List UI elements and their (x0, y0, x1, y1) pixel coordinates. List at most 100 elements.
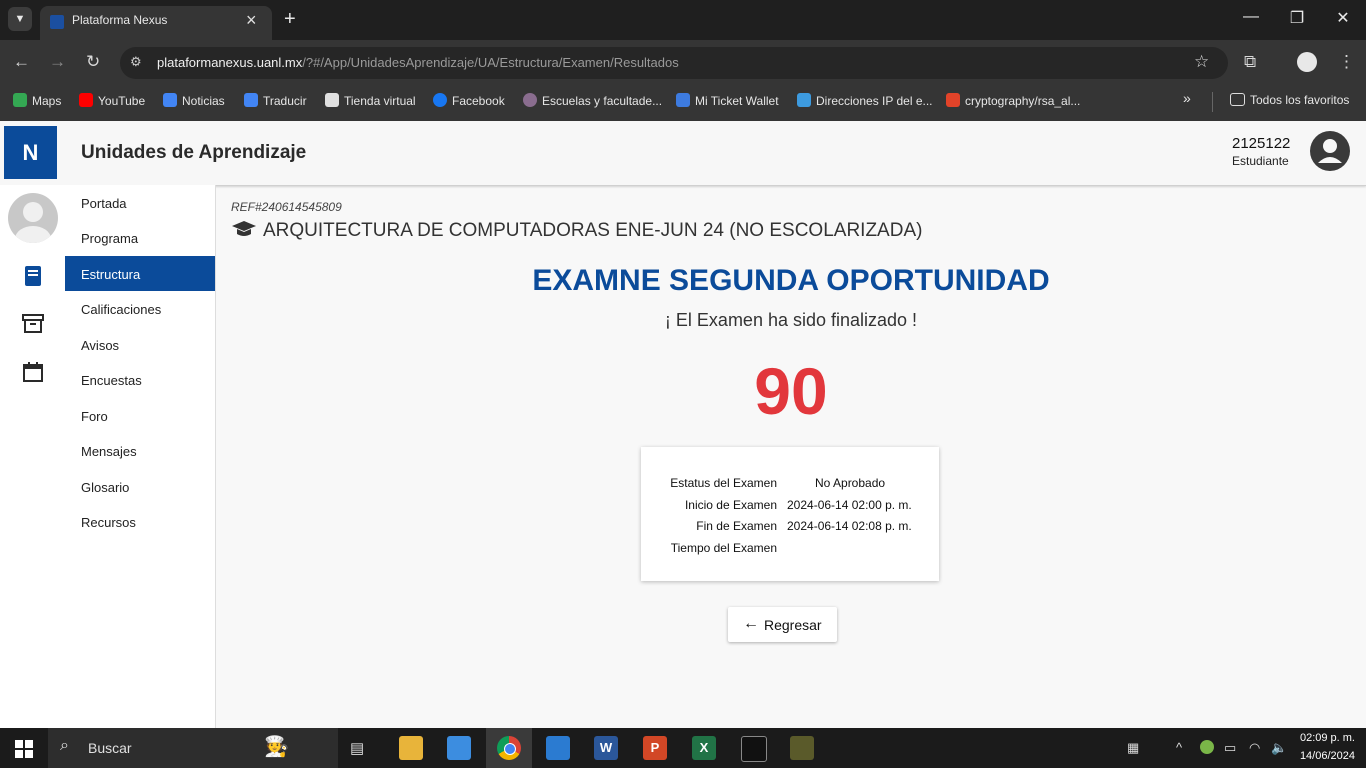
facebook-icon (433, 93, 447, 107)
bookmark-label: Direcciones IP del e... (816, 94, 933, 108)
chevron-up-icon[interactable]: ^ (1176, 740, 1182, 755)
user-avatar-icon[interactable] (1310, 131, 1350, 171)
folder-icon (1230, 93, 1245, 106)
new-tab-button[interactable]: + (284, 8, 296, 31)
bookmark-youtube[interactable]: YouTube (79, 93, 145, 108)
archive-icon[interactable] (22, 313, 44, 335)
reload-icon[interactable]: ↻ (86, 52, 100, 72)
news-widget-icon[interactable]: ▦ (1127, 740, 1139, 756)
taskbar-search[interactable]: ⌕ Buscar 🧑‍🍳 (48, 728, 338, 768)
sidebar-item-recursos[interactable]: Recursos (65, 504, 215, 539)
url-path: /?#/App/UnidadesAprendizaje/UA/Estructur… (302, 55, 679, 70)
back-button-label: Regresar (764, 617, 822, 633)
nexus-logo[interactable]: N (4, 126, 57, 179)
bookmark-star-icon[interactable]: ☆ (1194, 52, 1209, 72)
restore-icon[interactable]: ❐ (1274, 8, 1320, 28)
bookmark-facebook[interactable]: Facebook (433, 93, 505, 108)
profile-picture[interactable] (8, 193, 58, 243)
security-tray-icon[interactable] (1200, 740, 1214, 754)
bookmark-label: Maps (32, 94, 62, 108)
windows-start-icon[interactable] (15, 740, 33, 763)
bookmark-gitlab[interactable]: cryptography/rsa_al... (946, 93, 1080, 108)
forward-arrow-icon[interactable]: → (49, 52, 66, 72)
terminal-icon[interactable] (741, 736, 767, 762)
sidebar-item-foro[interactable]: Foro (65, 398, 215, 433)
sidebar-item-estructura[interactable]: Estructura (65, 256, 215, 291)
address-bar[interactable]: ⚙ plataformanexus.uanl.mx/?#/App/Unidade… (120, 47, 1228, 79)
chrome-icon-center (504, 743, 516, 755)
calendar-icon[interactable] (22, 361, 44, 383)
sidebar-item-avisos[interactable]: Avisos (65, 327, 215, 362)
extensions-icon[interactable]: ⧉ (1244, 52, 1256, 72)
sidebar-item-encuestas[interactable]: Encuestas (65, 362, 215, 397)
bookmark-ticket[interactable]: Mi Ticket Wallet (676, 93, 779, 108)
file-explorer-icon[interactable] (399, 736, 423, 760)
sidebar-item-portada[interactable]: Portada (65, 185, 215, 220)
icon-rail (0, 185, 66, 728)
bookmark-label: Mi Ticket Wallet (695, 94, 779, 108)
powerpoint-icon[interactable]: P (643, 736, 667, 760)
bookmark-traducir[interactable]: Traducir (244, 93, 307, 108)
bookmarks-divider (1212, 92, 1213, 112)
search-icon: ⌕ (60, 737, 69, 754)
chrome-taskbar-button[interactable] (486, 728, 532, 768)
favicon-icon (50, 15, 64, 29)
menu-kebab-icon[interactable]: ⋮ (1338, 52, 1355, 72)
bookmark-noticias[interactable]: Noticias (163, 93, 225, 108)
profile-icon[interactable] (1297, 52, 1317, 72)
back-arrow-icon[interactable]: ← (13, 52, 30, 72)
course-title: ARQUITECTURA DE COMPUTADORAS ENE-JUN 24 … (231, 220, 922, 244)
university-icon (523, 93, 537, 107)
store-icon (325, 93, 339, 107)
reference-number: REF#240614545809 (231, 200, 342, 214)
excel-icon[interactable]: X (692, 736, 716, 760)
book-icon[interactable] (22, 265, 44, 287)
bookmark-maps[interactable]: Maps (13, 93, 61, 108)
browser-tab-bar: ▼ Plataforma Nexus × + — ❐ ✕ (0, 0, 1366, 40)
page-title: Unidades de Aprendizaje (81, 142, 307, 163)
bookmark-label: Escuelas y facultade... (542, 94, 663, 108)
wifi-icon[interactable]: ◠ (1249, 740, 1260, 756)
tab-search-button[interactable]: ▼ (8, 7, 32, 31)
control-panel-icon[interactable] (546, 736, 570, 760)
more-bookmarks-icon[interactable]: » (1183, 90, 1191, 106)
clock-time[interactable]: 02:09 p. m. (1297, 732, 1355, 744)
bookmarks-bar: Maps YouTube Noticias Traducir Tienda vi… (0, 84, 1366, 122)
browser-tab[interactable]: Plataforma Nexus × (40, 6, 272, 40)
clock-date[interactable]: 14/06/2024 (1297, 750, 1355, 762)
url-text: plataformanexus.uanl.mx/?#/App/UnidadesA… (157, 55, 679, 70)
detail-value-status: No Aprobado (815, 476, 886, 490)
bookmark-ip[interactable]: Direcciones IP del e... (797, 93, 933, 108)
task-view-icon[interactable]: ▤ (350, 739, 364, 757)
site-info-icon[interactable]: ⚙ (130, 54, 142, 70)
main-content: REF#240614545809 ARQUITECTURA DE COMPUTA… (216, 185, 1366, 728)
app-container: N Unidades de Aprendizaje 2125122 Estudi… (0, 121, 1366, 728)
bookmark-label: cryptography/rsa_al... (965, 94, 1081, 108)
all-bookmarks-label: Todos los favoritos (1250, 93, 1350, 107)
sidebar-item-label: Avisos (81, 338, 120, 353)
youtube-icon (79, 93, 93, 107)
news-icon (163, 93, 177, 107)
back-button[interactable]: ← Regresar (728, 607, 837, 642)
minimize-icon[interactable]: — (1228, 8, 1274, 26)
sidebar-item-glosario[interactable]: Glosario (65, 469, 215, 504)
close-tab-icon[interactable]: × (246, 10, 257, 31)
word-icon[interactable]: W (594, 736, 618, 760)
maps-icon (13, 93, 27, 107)
store-icon[interactable] (447, 736, 471, 760)
course-name: ARQUITECTURA DE COMPUTADORAS ENE-JUN 24 … (263, 220, 923, 241)
bookmark-escuelas[interactable]: Escuelas y facultade... (523, 93, 662, 108)
close-window-icon[interactable]: ✕ (1320, 8, 1366, 28)
sidebar-item-calificaciones[interactable]: Calificaciones (65, 291, 215, 326)
translate-icon (244, 93, 258, 107)
bookmark-label: Tienda virtual (344, 94, 416, 108)
volume-icon[interactable]: 🔈 (1271, 740, 1287, 756)
bookmark-tienda[interactable]: Tienda virtual (325, 93, 416, 108)
all-bookmarks[interactable]: Todos los favoritos (1230, 93, 1349, 107)
sidebar-item-mensajes[interactable]: Mensajes (65, 433, 215, 468)
battery-icon[interactable]: ▭ (1224, 740, 1236, 756)
tab-title: Plataforma Nexus (72, 13, 168, 27)
sidebar-item-programa[interactable]: Programa (65, 220, 215, 255)
tools-icon[interactable] (790, 736, 814, 760)
exam-status-message: ¡ El Examen ha sido finalizado ! (664, 310, 918, 330)
